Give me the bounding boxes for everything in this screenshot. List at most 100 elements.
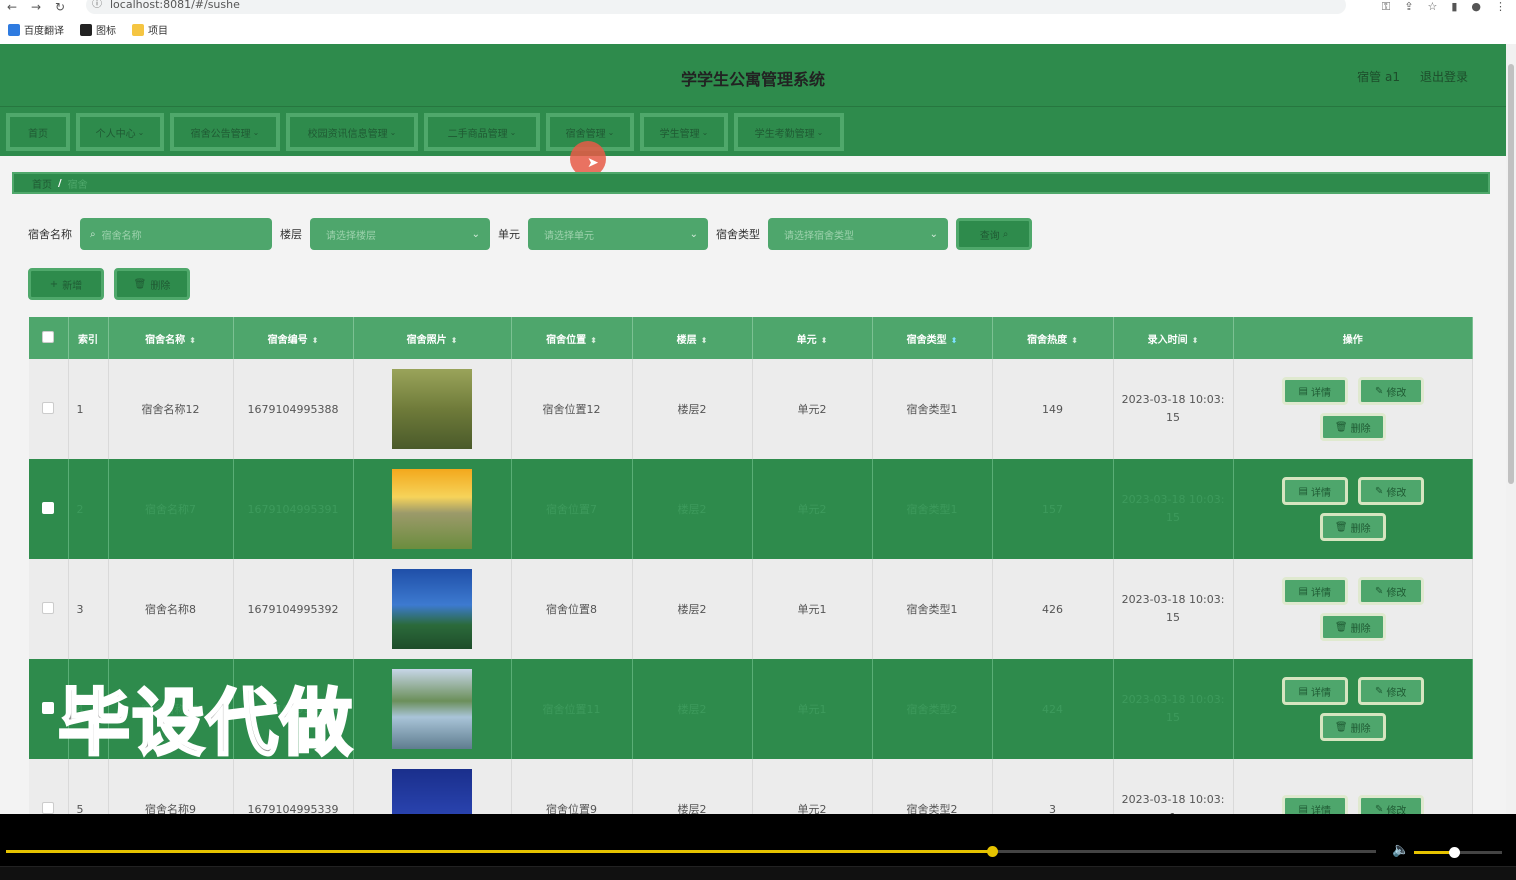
dorm-photo[interactable] bbox=[392, 369, 472, 449]
query-button[interactable]: 查询 ⌕ bbox=[956, 218, 1032, 250]
pencil-icon: ✎ bbox=[1375, 685, 1384, 697]
add-button[interactable]: + 新增 bbox=[28, 268, 104, 300]
logout-link[interactable]: 退出登录 bbox=[1420, 68, 1468, 85]
delete-button[interactable]: 🗑 删除 bbox=[1319, 413, 1386, 441]
edit-button[interactable]: ✎ 修改 bbox=[1357, 677, 1424, 705]
menu-item-notice[interactable]: 宿舍公告管理 ⌄ bbox=[170, 113, 280, 151]
row-checkbox[interactable] bbox=[42, 701, 55, 714]
video-player-bar: 🔈 bbox=[0, 814, 1516, 880]
volume-icon[interactable]: 🔈 bbox=[1392, 842, 1409, 858]
cell-photo bbox=[353, 359, 512, 459]
reload-icon[interactable]: ↻ bbox=[48, 0, 72, 14]
profile-icon[interactable]: ● bbox=[1471, 0, 1481, 14]
select-all-checkbox[interactable] bbox=[42, 330, 55, 343]
edit-button[interactable]: ✎ 修改 bbox=[1357, 377, 1424, 405]
info-icon[interactable]: ⓘ bbox=[92, 0, 102, 14]
table-header-row: 索引 宿舍名称 ⬍ 宿舍编号 ⬍ 宿舍照片 ⬍ 宿舍位置 ⬍ 楼层 ⬍ 单元 ⬍ 宿舍类型 ⬍… bbox=[29, 317, 1473, 359]
back-icon[interactable]: ← bbox=[0, 0, 24, 14]
dorm-photo[interactable] bbox=[392, 769, 472, 814]
video-progress-handle[interactable] bbox=[987, 846, 999, 857]
col-photo[interactable]: 宿舍照片 ⬍ bbox=[353, 317, 512, 359]
cell-heat: 424 bbox=[992, 659, 1114, 759]
watermark-text: 毕设代做 bbox=[56, 680, 355, 767]
edit-button[interactable]: ✎ 修改 bbox=[1357, 477, 1424, 505]
row-select[interactable] bbox=[29, 459, 69, 559]
row-actions: ▤ 详情 ✎ 修改 🗑 删除 bbox=[1273, 377, 1433, 441]
volume-track[interactable] bbox=[1414, 847, 1502, 858]
sort-icon[interactable]: ⬍ bbox=[1192, 336, 1199, 345]
cell-ops: ▤ 详情 ✎ 修改 🗑 删除 bbox=[1233, 659, 1473, 759]
video-progress-track[interactable] bbox=[6, 846, 1376, 857]
row-checkbox[interactable] bbox=[42, 401, 55, 414]
menu-item-news[interactable]: 校园资讯信息管理 ⌄ bbox=[286, 113, 418, 151]
col-heat[interactable]: 宿舍热度 ⬍ bbox=[992, 317, 1114, 359]
dorm-photo[interactable] bbox=[392, 669, 472, 749]
scrollbar-thumb[interactable] bbox=[1508, 64, 1514, 484]
volume-handle[interactable] bbox=[1448, 847, 1460, 858]
row-checkbox[interactable] bbox=[42, 501, 55, 514]
select-all-header[interactable] bbox=[29, 317, 69, 359]
row-select[interactable] bbox=[29, 559, 69, 659]
col-type[interactable]: 宿舍类型 ⬍ bbox=[872, 317, 993, 359]
menu-dots-icon[interactable]: ⋮ bbox=[1495, 0, 1506, 14]
sort-icon[interactable]: ⬍ bbox=[189, 336, 196, 345]
detail-button[interactable]: ▤ 详情 bbox=[1281, 377, 1348, 405]
edit-button[interactable]: ✎ 修改 bbox=[1357, 577, 1424, 605]
pencil-icon: ✎ bbox=[1375, 385, 1384, 397]
breadcrumb: 首页 / 宿舍 bbox=[12, 172, 1490, 194]
unit-select[interactable]: 请选择单元 ⌄ bbox=[528, 218, 708, 250]
col-time[interactable]: 录入时间 ⬍ bbox=[1113, 317, 1234, 359]
col-floor[interactable]: 楼层 ⬍ bbox=[632, 317, 753, 359]
cell-heat: 426 bbox=[992, 559, 1114, 659]
star-icon[interactable]: ☆ bbox=[1427, 0, 1437, 14]
edit-button[interactable]: ✎ 修改 bbox=[1357, 795, 1424, 814]
sort-icon[interactable]: ⬍ bbox=[951, 336, 958, 345]
dorm-photo[interactable] bbox=[392, 569, 472, 649]
menu-item-secondhand[interactable]: 二手商品管理 ⌄ bbox=[424, 113, 540, 151]
detail-button[interactable]: ▤ 详情 bbox=[1281, 677, 1348, 705]
bookmark-item[interactable]: 百度翻译 bbox=[8, 22, 64, 37]
name-search-input[interactable]: ⌕ 宿舍名称 bbox=[80, 218, 272, 250]
breadcrumb-home[interactable]: 首页 bbox=[32, 176, 52, 191]
menu-item-student[interactable]: 学生管理 ⌄ bbox=[640, 113, 728, 151]
batch-delete-button[interactable]: 🗑 删除 bbox=[114, 268, 190, 300]
folder-icon bbox=[132, 23, 144, 36]
bookmark-item[interactable]: 项目 bbox=[132, 22, 168, 37]
col-code[interactable]: 宿舍编号 ⬍ bbox=[233, 317, 354, 359]
row-select[interactable] bbox=[29, 359, 69, 459]
cell-photo bbox=[353, 659, 512, 759]
floor-select[interactable]: 请选择楼层 ⌄ bbox=[310, 218, 490, 250]
col-unit[interactable]: 单元 ⬍ bbox=[752, 317, 873, 359]
bookmark-item[interactable]: 图标 bbox=[80, 22, 116, 37]
detail-button[interactable]: ▤ 详情 bbox=[1281, 795, 1348, 814]
delete-button[interactable]: 🗑 删除 bbox=[1319, 713, 1386, 741]
key-icon[interactable]: ⚿ bbox=[1382, 0, 1390, 14]
share-icon[interactable]: ⇪ bbox=[1404, 0, 1413, 14]
type-select[interactable]: 请选择宿舍类型 ⌄ bbox=[768, 218, 948, 250]
search-icon: ⌕ bbox=[90, 228, 96, 240]
sort-icon[interactable]: ⬍ bbox=[590, 336, 597, 345]
cell-time: 2023-03-18 10:03:15 bbox=[1113, 459, 1234, 559]
page-scrollbar[interactable] bbox=[1506, 44, 1516, 814]
row-checkbox[interactable] bbox=[42, 801, 55, 814]
sidebar-icon[interactable]: ▮ bbox=[1451, 0, 1457, 14]
col-name[interactable]: 宿舍名称 ⬍ bbox=[108, 317, 234, 359]
forward-icon[interactable]: → bbox=[24, 0, 48, 14]
menu-item-home[interactable]: 首页 bbox=[6, 113, 70, 151]
sort-icon[interactable]: ⬍ bbox=[312, 336, 319, 345]
document-icon: ▤ bbox=[1298, 485, 1308, 497]
sort-icon[interactable]: ⬍ bbox=[1071, 336, 1078, 345]
url-bar[interactable]: ⓘ localhost:8081/#/sushe bbox=[86, 0, 1346, 14]
delete-button[interactable]: 🗑 删除 bbox=[1319, 613, 1386, 641]
delete-button[interactable]: 🗑 删除 bbox=[1319, 513, 1386, 541]
sort-icon[interactable]: ⬍ bbox=[701, 336, 708, 345]
sort-icon[interactable]: ⬍ bbox=[451, 336, 458, 345]
dorm-photo[interactable] bbox=[392, 469, 472, 549]
detail-button[interactable]: ▤ 详情 bbox=[1281, 477, 1348, 505]
menu-item-personal[interactable]: 个人中心 ⌄ bbox=[76, 113, 164, 151]
detail-button[interactable]: ▤ 详情 bbox=[1281, 577, 1348, 605]
menu-item-attendance[interactable]: 学生考勤管理 ⌄ bbox=[734, 113, 844, 151]
col-location[interactable]: 宿舍位置 ⬍ bbox=[511, 317, 633, 359]
row-checkbox[interactable] bbox=[42, 601, 55, 614]
sort-icon[interactable]: ⬍ bbox=[821, 336, 828, 345]
